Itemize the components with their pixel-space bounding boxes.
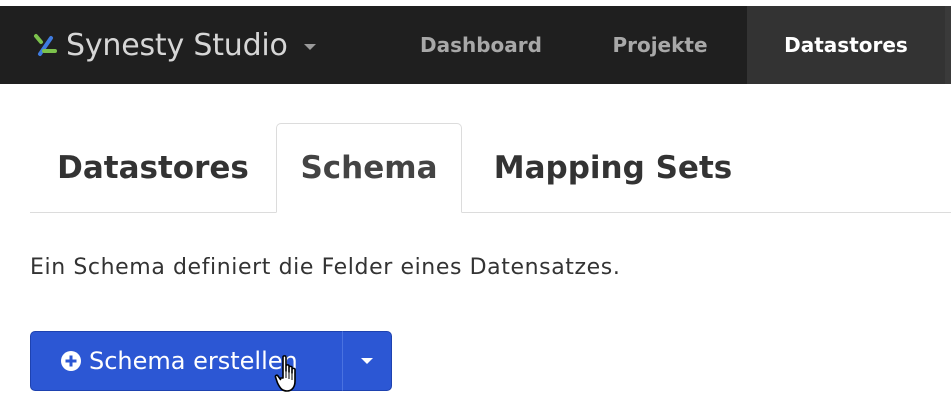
caret-down-icon bbox=[361, 358, 373, 364]
create-schema-button-label: Schema erstellen bbox=[89, 347, 298, 375]
nav-item-dashboard[interactable]: Dashboard bbox=[406, 6, 556, 84]
tab-datastores[interactable]: Datastores bbox=[30, 123, 276, 212]
brand-menu[interactable]: Synesty Studio bbox=[32, 6, 316, 84]
navbar-edge bbox=[945, 6, 951, 84]
chevron-down-icon bbox=[303, 43, 316, 50]
brand-label: Synesty Studio bbox=[66, 27, 288, 63]
top-navbar: Synesty Studio Dashboard Projekte Datast… bbox=[0, 6, 945, 84]
tab-schema[interactable]: Schema bbox=[276, 123, 462, 213]
nav-item-datastores[interactable]: Datastores bbox=[747, 6, 945, 84]
tab-bar-divider bbox=[30, 212, 951, 213]
schema-description: Ein Schema definiert die Felder eines Da… bbox=[30, 255, 621, 280]
synesty-logo-icon bbox=[34, 34, 57, 56]
tab-bar: Datastores Schema Mapping Sets bbox=[30, 123, 951, 213]
tab-mapping-sets[interactable]: Mapping Sets bbox=[463, 123, 763, 212]
create-schema-split-button: Schema erstellen bbox=[30, 331, 392, 391]
plus-circle-icon bbox=[61, 351, 81, 371]
nav-item-projekte[interactable]: Projekte bbox=[600, 6, 720, 84]
create-schema-dropdown-toggle[interactable] bbox=[342, 331, 392, 391]
hand-pointer-cursor-icon bbox=[274, 355, 296, 392]
